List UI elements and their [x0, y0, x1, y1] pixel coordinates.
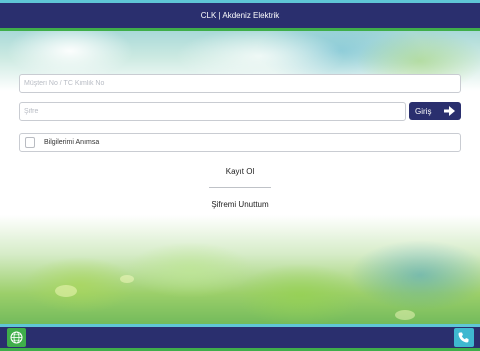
bokeh-light: [120, 275, 134, 283]
remember-me-row[interactable]: Bilgilerimi Anımsa: [19, 133, 461, 152]
login-button[interactable]: Giriş: [409, 102, 461, 120]
footer-bar: [0, 324, 480, 351]
password-input[interactable]: [24, 103, 405, 120]
bokeh-light: [55, 285, 77, 297]
register-link[interactable]: Kayıt Ol: [0, 167, 480, 176]
header-bar: CLK | Akdeniz Elektrik: [0, 0, 480, 31]
app-title: CLK | Akdeniz Elektrik: [200, 11, 280, 20]
remember-me-checkbox[interactable]: [25, 137, 35, 148]
remember-me-label: Bilgilerimi Anımsa: [44, 139, 100, 146]
link-divider: [209, 187, 271, 188]
customer-number-input[interactable]: [24, 75, 460, 92]
password-field[interactable]: [19, 102, 406, 121]
phone-icon: [458, 332, 469, 343]
globe-icon: [10, 331, 23, 344]
call-button[interactable]: [454, 328, 474, 347]
forgot-password-link[interactable]: Şifremi Unuttum: [0, 200, 480, 209]
language-button[interactable]: [7, 328, 26, 347]
arrow-right-icon: [444, 106, 455, 116]
login-button-label: Giriş: [415, 106, 432, 116]
background-bottom: [0, 215, 480, 327]
customer-number-field[interactable]: [19, 74, 461, 93]
bokeh-light: [395, 310, 415, 320]
